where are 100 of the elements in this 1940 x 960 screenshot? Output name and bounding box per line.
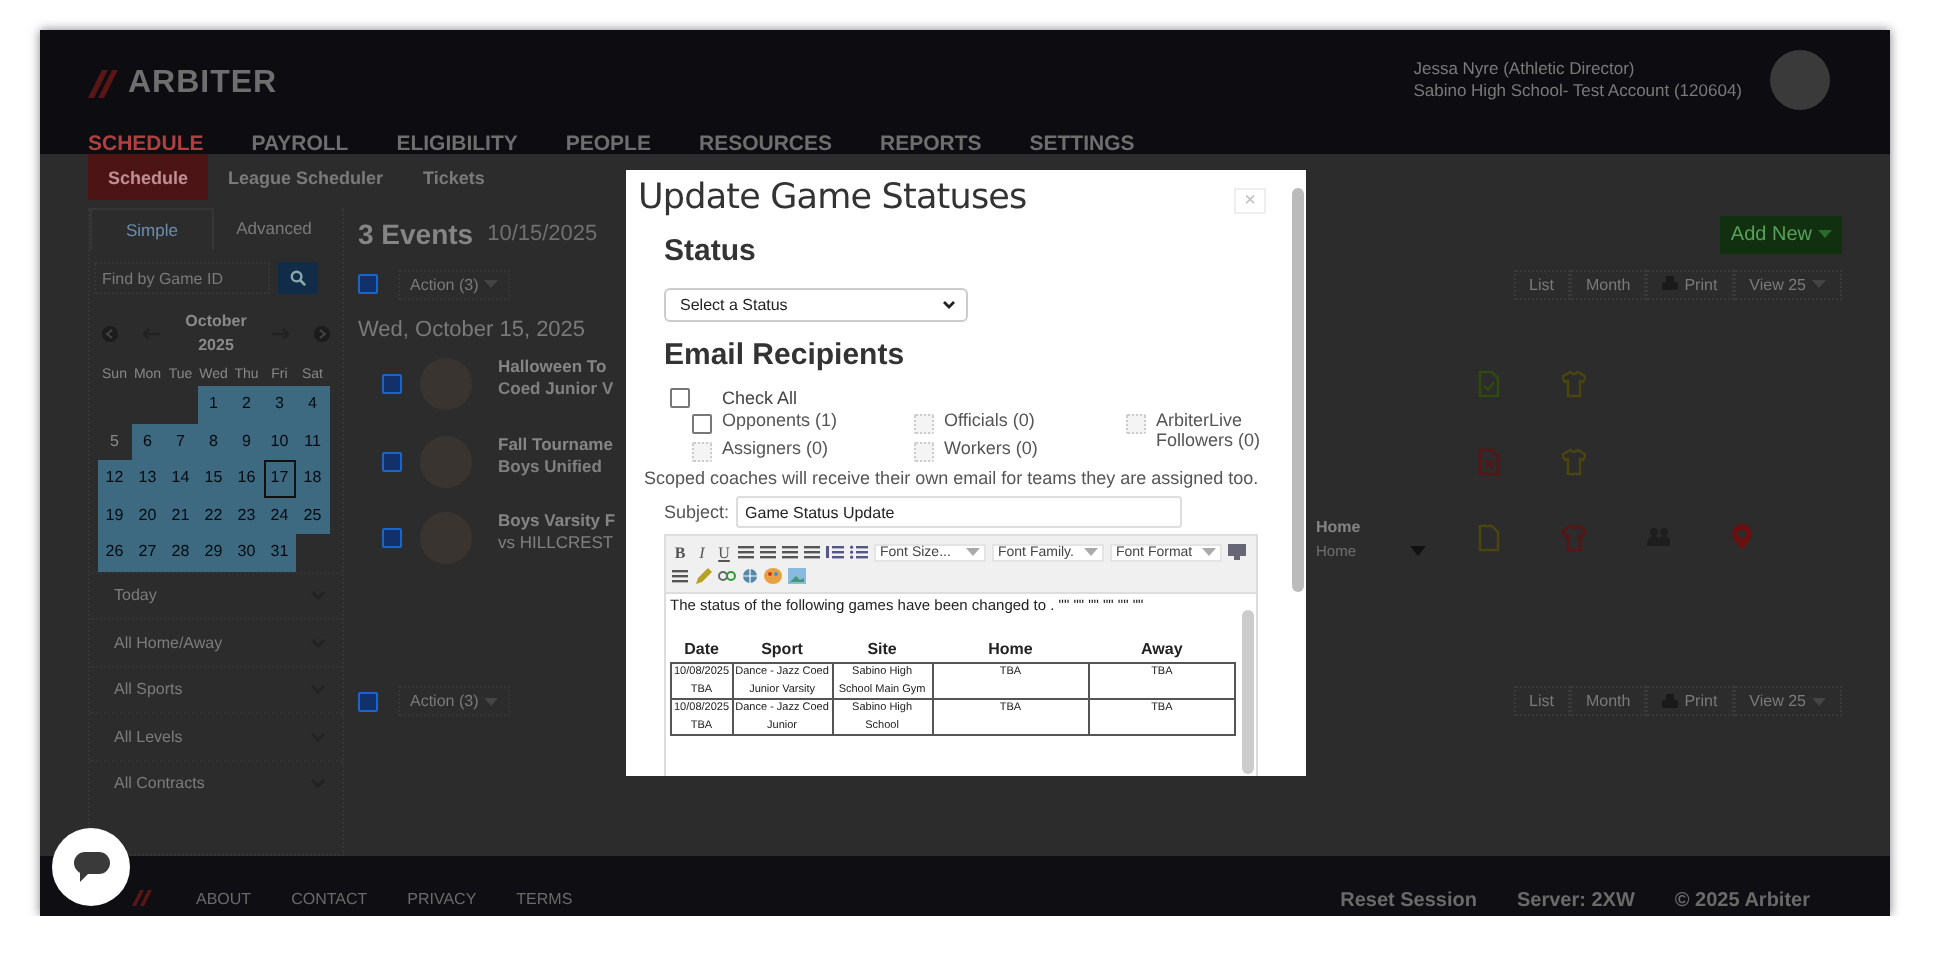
sidebar-tab[interactable]: Advanced <box>214 208 334 250</box>
shirt-icon[interactable] <box>1562 370 1586 399</box>
align-left-icon[interactable] <box>738 544 754 560</box>
sidebar-tab[interactable]: Simple <box>90 208 214 250</box>
map-pin-icon[interactable] <box>1730 524 1754 553</box>
view-button[interactable]: View 25 <box>1733 269 1842 299</box>
filter-dropdown[interactable]: All Home/Away <box>90 618 342 665</box>
calendar-day[interactable]: 30 <box>230 534 263 571</box>
calendar-day[interactable]: 14 <box>164 460 197 497</box>
palette-icon[interactable] <box>764 568 782 584</box>
subtab[interactable]: League Scheduler <box>208 154 404 200</box>
nav-item[interactable]: ELIGIBILITY <box>396 132 518 156</box>
link-icon[interactable] <box>718 568 736 584</box>
close-button[interactable]: × <box>1234 188 1266 214</box>
subtab[interactable]: Tickets <box>403 154 505 200</box>
calendar-day[interactable]: 29 <box>197 534 230 571</box>
view-button[interactable]: View 25 <box>1733 686 1842 716</box>
bold-button[interactable]: B <box>672 543 688 561</box>
calendar-day[interactable]: 28 <box>164 534 197 571</box>
event-title[interactable]: Fall Tourname <box>498 433 613 456</box>
calendar-day[interactable]: 6 <box>131 423 164 460</box>
nav-item[interactable]: SETTINGS <box>1029 132 1135 156</box>
nav-item[interactable]: PAYROLL <box>251 132 349 156</box>
calendar-day[interactable]: 12 <box>98 460 131 497</box>
numbered-list-icon[interactable] <box>826 544 844 560</box>
view-button[interactable]: Month <box>1569 269 1647 299</box>
shirt-icon[interactable] <box>1562 447 1586 476</box>
justify-icon[interactable] <box>804 544 820 560</box>
filter-dropdown[interactable]: All Sports <box>90 665 342 712</box>
calendar-day[interactable]: 3 <box>263 386 296 423</box>
view-button[interactable]: List <box>1513 686 1570 716</box>
action-dropdown[interactable]: Action (3) <box>398 686 511 716</box>
footer-link[interactable]: CONTACT <box>291 890 368 908</box>
nav-item[interactable]: PEOPLE <box>565 132 651 156</box>
checkbox[interactable] <box>692 414 712 434</box>
checkbox[interactable] <box>358 691 378 711</box>
document-check-icon[interactable] <box>1478 370 1502 399</box>
search-field[interactable]: Find by Game ID <box>94 262 270 294</box>
calendar-day[interactable]: 19 <box>98 497 131 534</box>
calendar-day[interactable]: 25 <box>296 497 329 534</box>
calendar-day[interactable]: 21 <box>164 497 197 534</box>
bullet-list-icon[interactable] <box>850 544 868 560</box>
nav-item[interactable]: RESOURCES <box>698 132 832 156</box>
nav-item[interactable]: SCHEDULE <box>88 132 204 156</box>
scrollbar[interactable] <box>1292 188 1304 592</box>
event-title[interactable]: Halloween To <box>498 356 614 379</box>
calendar-day[interactable]: 23 <box>230 497 263 534</box>
align-center-icon[interactable] <box>760 544 776 560</box>
calendar-day[interactable]: 27 <box>131 534 164 571</box>
calendar-day[interactable]: 13 <box>131 460 164 497</box>
calendar-day[interactable]: 26 <box>98 534 131 571</box>
view-button[interactable]: Print <box>1646 269 1734 299</box>
calendar-day[interactable]: 17 <box>263 460 296 497</box>
calendar-day[interactable]: 7 <box>164 423 197 460</box>
calendar-day[interactable]: 1 <box>197 386 230 423</box>
view-button[interactable]: Print <box>1646 686 1734 716</box>
filter-dropdown[interactable]: Today <box>90 571 342 618</box>
calendar-day[interactable]: 31 <box>263 534 296 571</box>
circle-arrow-icon[interactable] <box>102 326 118 342</box>
footer-link[interactable]: PRIVACY <box>407 890 477 908</box>
picture-icon[interactable] <box>788 568 806 584</box>
subject-field[interactable]: Game Status Update <box>735 496 1182 528</box>
calendar-day[interactable]: 11 <box>296 423 329 460</box>
circle-arrow-icon[interactable] <box>313 326 330 342</box>
view-button[interactable]: Month <box>1569 686 1647 716</box>
calendar-day[interactable]: 2 <box>230 386 263 423</box>
checkbox[interactable] <box>382 374 402 395</box>
event-title[interactable]: Boys Varsity F <box>498 510 616 533</box>
calendar-day[interactable]: 15 <box>197 460 230 497</box>
view-button[interactable]: List <box>1513 269 1570 299</box>
avatar[interactable] <box>1770 50 1830 110</box>
checkbox[interactable] <box>382 451 402 472</box>
action-dropdown[interactable]: Action (3) <box>398 269 511 299</box>
checkbox[interactable] <box>358 274 378 294</box>
checkbox[interactable] <box>382 528 402 549</box>
add-new-button[interactable]: Add New <box>1720 215 1842 253</box>
pencil-icon[interactable] <box>694 567 712 585</box>
calendar-day[interactable]: 9 <box>230 423 263 460</box>
lines-icon[interactable] <box>672 568 688 584</box>
footer-link[interactable]: TERMS <box>516 890 573 908</box>
italic-button[interactable]: I <box>694 543 710 561</box>
calendar-day[interactable]: 16 <box>230 460 263 497</box>
monitor-icon[interactable] <box>1228 544 1246 560</box>
reset-session-link[interactable]: Reset Session <box>1340 890 1477 912</box>
subtab[interactable]: Schedule <box>88 154 209 200</box>
filter-dropdown[interactable]: All Levels <box>90 712 342 759</box>
checkbox[interactable] <box>670 388 690 408</box>
calendar-day[interactable]: 5 <box>98 423 131 460</box>
status-dropdown[interactable]: Select a Status <box>664 288 968 322</box>
nav-item[interactable]: REPORTS <box>880 132 982 156</box>
scrollbar[interactable] <box>1242 610 1254 774</box>
search-button[interactable] <box>278 262 318 294</box>
globe-icon[interactable] <box>742 568 758 584</box>
align-right-icon[interactable] <box>782 544 798 560</box>
footer-link[interactable]: ABOUT <box>196 890 252 908</box>
filter-dropdown[interactable]: All Contracts <box>90 759 342 806</box>
calendar-day[interactable]: 18 <box>296 460 329 497</box>
calendar-day[interactable]: 4 <box>296 386 329 423</box>
document-icon[interactable] <box>1478 524 1502 553</box>
underline-button[interactable]: U <box>716 543 732 561</box>
